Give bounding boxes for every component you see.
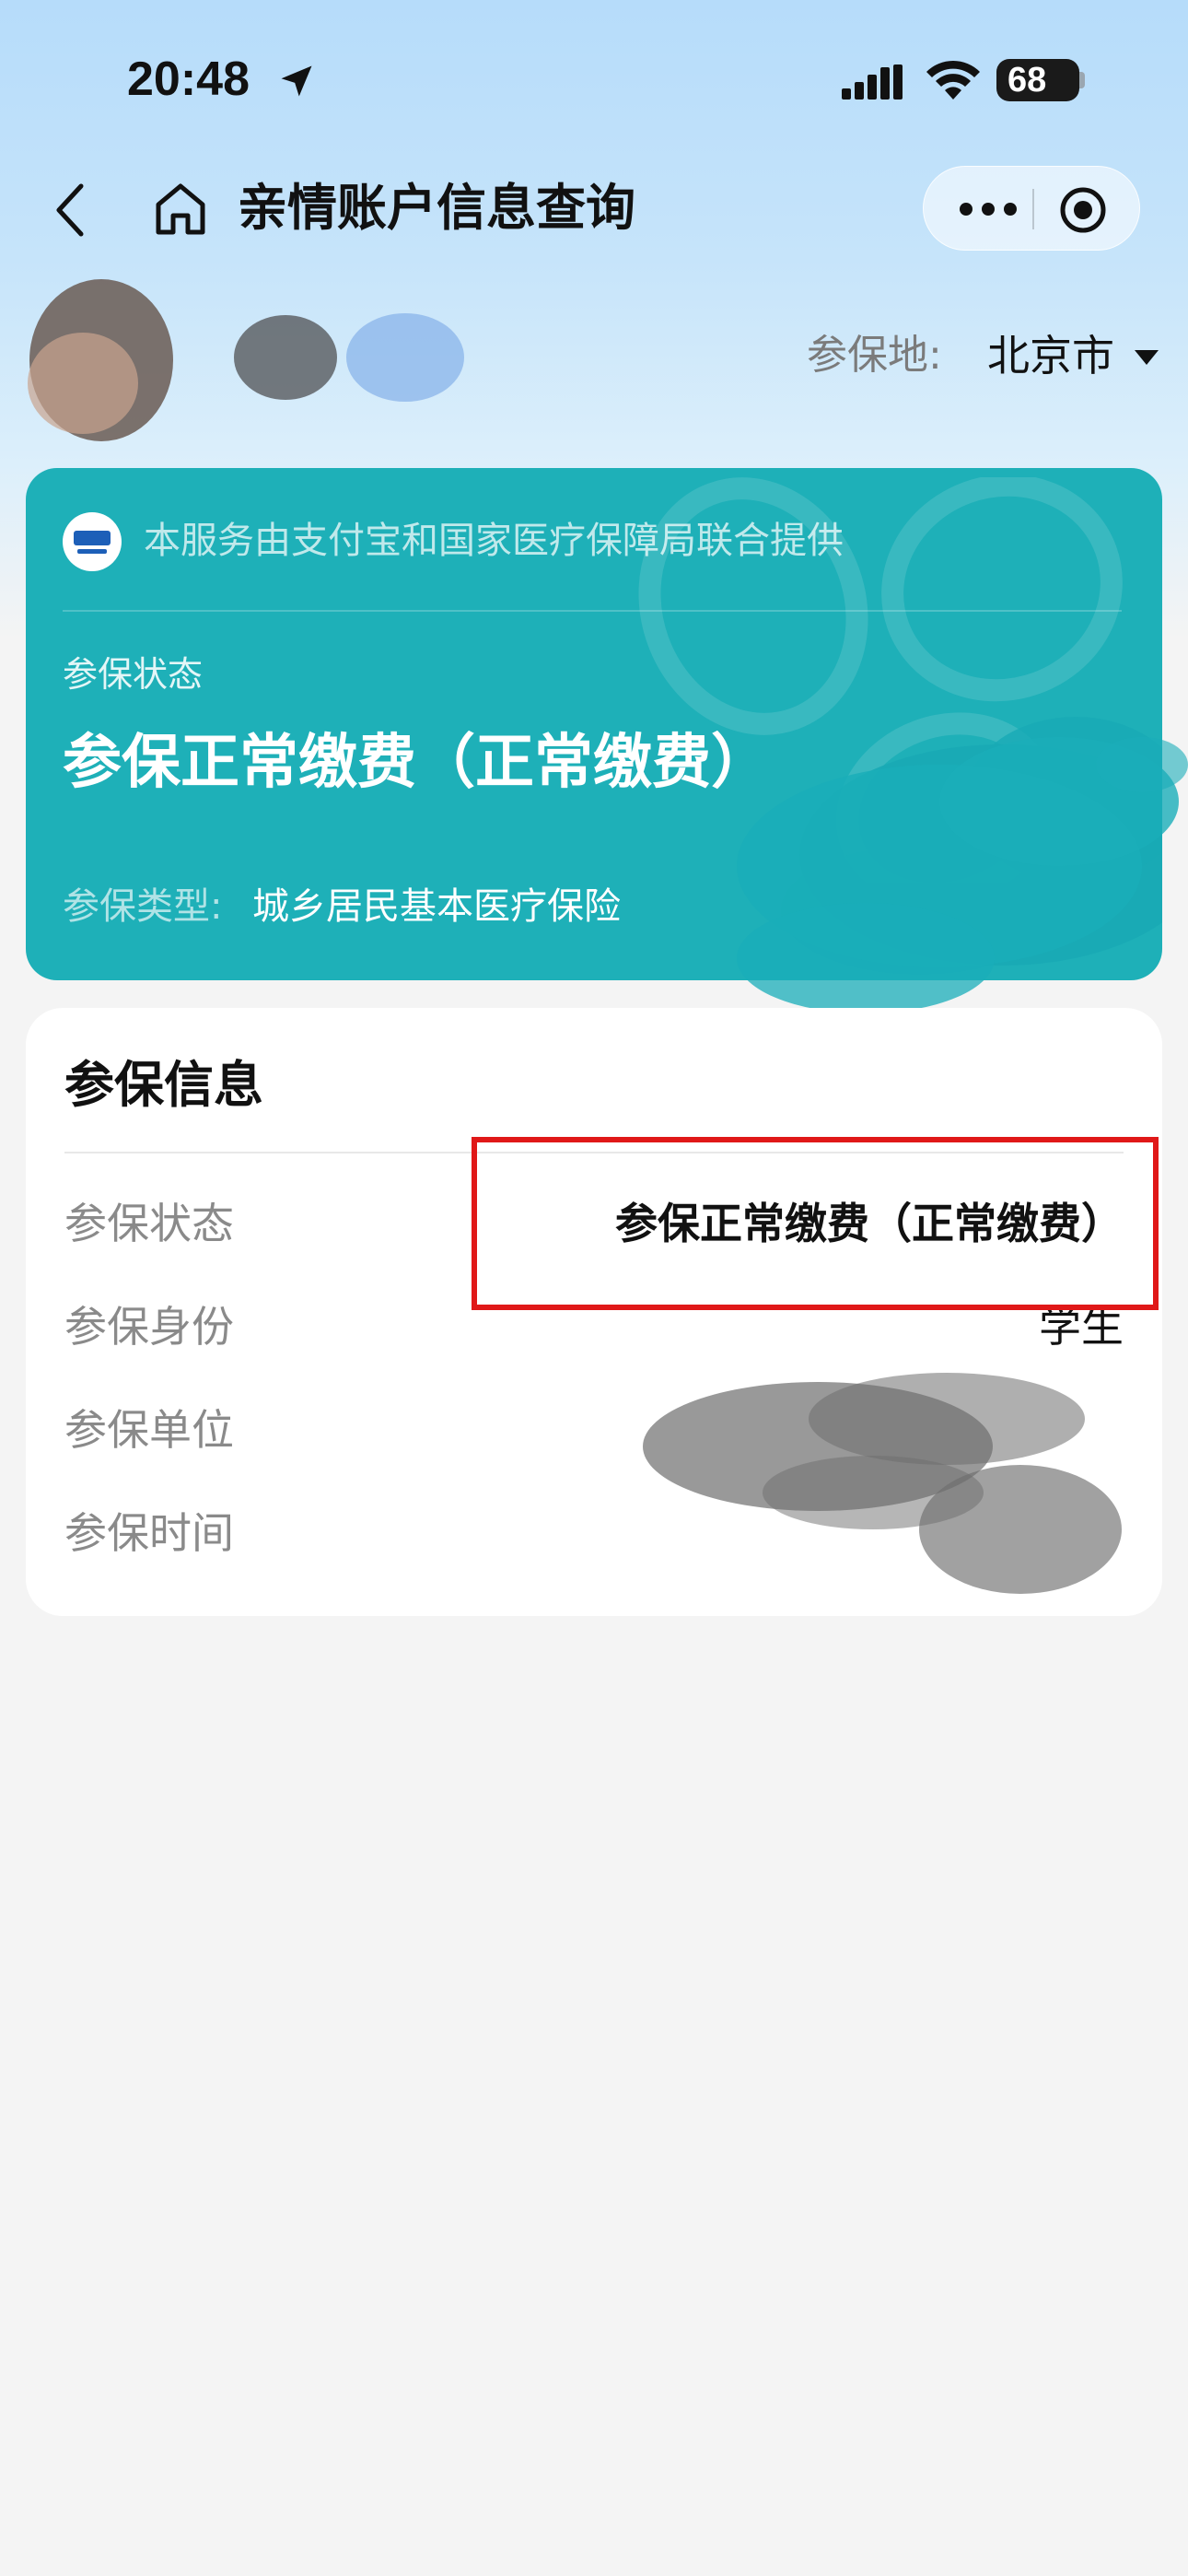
insurance-type-value: 城乡居民基本医疗保险 [252, 885, 621, 928]
capsule-divider [1032, 189, 1034, 229]
status-label: 参保状态 [63, 654, 204, 695]
row-unit-label: 参保单位 [64, 1405, 234, 1455]
page-title: 亲情账户信息查询 [238, 179, 635, 237]
status-time: 20:48 [127, 53, 250, 106]
chs-logo-icon [63, 512, 122, 571]
highlight-annotation-box [472, 1137, 1159, 1310]
chevron-left-icon[interactable] [52, 181, 88, 240]
status-value: 参保正常缴费（正常缴费） [63, 729, 770, 797]
region-selector[interactable]: 北京市 [987, 328, 1114, 383]
redaction-scribble-gray [643, 1373, 1122, 1594]
mini-program-capsule [923, 166, 1140, 251]
row-time-label: 参保时间 [64, 1508, 234, 1558]
insurance-info-card: 参保信息 参保状态 参保正常缴费（正常缴费） 参保身份 学生 参保单位 参保时间 [26, 1008, 1162, 1616]
home-icon[interactable] [153, 181, 208, 238]
info-card-title: 参保信息 [64, 1056, 263, 1114]
location-arrow-icon [281, 65, 312, 97]
redacted-user-info [28, 279, 464, 441]
wifi-icon [926, 60, 980, 100]
battery-cap [1079, 72, 1085, 88]
more-dots-icon[interactable] [959, 200, 1018, 218]
row-status-label: 参保状态 [64, 1199, 234, 1248]
redaction-scribble-overflow [737, 737, 1188, 1013]
insurance-type-label: 参保类型: [63, 885, 223, 928]
caret-down-icon[interactable] [1133, 348, 1160, 367]
provider-text: 本服务由支付宝和国家医疗保障局联合提供 [144, 520, 844, 562]
region-label: 参保地: [807, 332, 942, 379]
cellular-signal-icon [842, 64, 903, 100]
battery-indicator: 68 [996, 59, 1079, 101]
target-circle-icon[interactable] [1058, 185, 1108, 235]
row-identity-label: 参保身份 [64, 1302, 234, 1352]
card-divider [63, 610, 1122, 612]
